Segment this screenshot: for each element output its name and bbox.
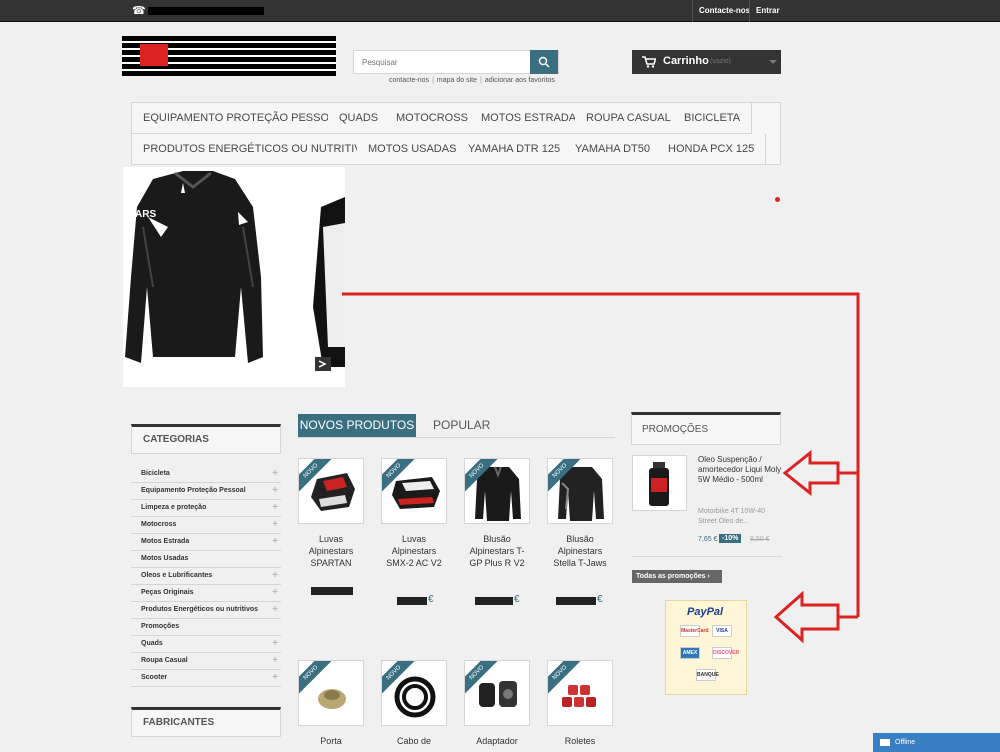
tab-new-products[interactable]: NOVOS PRODUTOS: [298, 414, 416, 437]
category-label: Peças Originais: [141, 589, 194, 596]
category-label: Produtos Energéticos ou nutritivos: [141, 606, 259, 613]
paypal-brand: PayPal: [687, 606, 724, 618]
product-name[interactable]: Porta: [298, 735, 364, 747]
category-item[interactable]: Motocross +: [131, 517, 281, 534]
product-image[interactable]: NOVO: [547, 458, 613, 524]
chat-widget[interactable]: Offline: [873, 733, 1000, 752]
category-label: Scooter: [141, 674, 168, 681]
tab-popular[interactable]: POPULAR: [433, 418, 490, 432]
product-image[interactable]: NOVO: [464, 458, 530, 524]
manufacturers-title: FABRICANTES: [131, 707, 281, 737]
expand-icon[interactable]: +: [272, 466, 278, 482]
category-label: Quads: [141, 640, 163, 647]
category-item[interactable]: Peças Originais +: [131, 585, 281, 602]
product-image[interactable]: NOVO: [298, 458, 364, 524]
category-label: Bicicleta: [141, 470, 170, 477]
category-label: Limpeza e proteção: [141, 504, 207, 511]
category-item[interactable]: Promoções: [131, 619, 281, 636]
product-card[interactable]: NOVO Cabo de: [381, 660, 447, 747]
product-name[interactable]: Adaptador: [464, 735, 530, 747]
currency-symbol: €: [514, 594, 520, 605]
product-price-redacted: [556, 597, 596, 605]
chevron-right-icon: ›: [707, 573, 710, 580]
category-label: Oleos e Lubrificantes: [141, 572, 213, 579]
product-price-redacted: [311, 587, 353, 595]
promotions-title: PROMOÇÕES: [631, 412, 781, 445]
category-item[interactable]: Oleos e Lubrificantes +: [131, 568, 281, 585]
product-card[interactable]: NOVO Luvas Alpinestars SMX-2 AC V2: [381, 458, 447, 569]
categories-title: CATEGORIAS: [131, 424, 281, 454]
expand-icon[interactable]: +: [272, 585, 278, 601]
product-card[interactable]: NOVO Luvas Alpinestars SPARTAN: [298, 458, 364, 569]
product-image[interactable]: NOVO: [547, 660, 613, 726]
categories-list: Bicicleta + Equipamento Proteção Pessoal +…: [131, 466, 281, 687]
category-label: Motos Estrada: [141, 538, 190, 545]
expand-icon[interactable]: +: [272, 602, 278, 618]
mail-icon: [880, 739, 890, 746]
expand-icon[interactable]: +: [272, 653, 278, 669]
product-image[interactable]: NOVO: [381, 458, 447, 524]
product-name[interactable]: Luvas Alpinestars SPARTAN: [298, 533, 364, 569]
divider: [632, 556, 782, 557]
category-item[interactable]: Motos Estrada +: [131, 534, 281, 551]
category-item[interactable]: Scooter +: [131, 670, 281, 687]
tab-divider: [298, 437, 615, 438]
promo-product-description: Motorbike 4T 10W-40 Street Óleo de...: [698, 508, 766, 525]
product-price-redacted: [475, 597, 513, 605]
product-name[interactable]: Blusão Alpinestars T-GP Plus R V2: [464, 533, 530, 569]
visa-icon: VISA: [712, 625, 732, 637]
category-item[interactable]: Produtos Energéticos ou nutritivos +: [131, 602, 281, 619]
product-card[interactable]: NOVO Adaptador: [464, 660, 530, 747]
amex-icon: AMEX: [680, 647, 700, 659]
all-promotions-button[interactable]: Todas as promoções ›: [632, 570, 722, 583]
category-item[interactable]: Quads +: [131, 636, 281, 653]
expand-icon[interactable]: +: [272, 636, 278, 652]
product-name[interactable]: Roletes: [547, 735, 613, 747]
product-name[interactable]: Cabo de: [381, 735, 447, 747]
category-item[interactable]: Limpeza e proteção +: [131, 500, 281, 517]
expand-icon[interactable]: +: [272, 500, 278, 516]
currency-symbol: €: [428, 594, 434, 605]
category-label: Motocross: [141, 521, 177, 528]
product-name[interactable]: Blusão Alpinestars Stella T-Jaws: [547, 533, 613, 569]
promo-product-image[interactable]: [632, 455, 687, 511]
expand-icon[interactable]: +: [272, 534, 278, 550]
chat-status: Offline: [895, 739, 916, 746]
mastercard-icon: MasterCard: [680, 625, 709, 637]
expand-icon[interactable]: +: [272, 483, 278, 499]
category-item[interactable]: Bicicleta +: [131, 466, 281, 483]
promo-old-price: 8,50 €: [750, 536, 770, 543]
category-label: Promoções: [141, 623, 180, 630]
product-image[interactable]: NOVO: [298, 660, 364, 726]
product-name[interactable]: Luvas Alpinestars SMX-2 AC V2: [381, 533, 447, 569]
category-label: Motos Usadas: [141, 555, 189, 562]
discount-badge: -10%: [719, 534, 742, 543]
bank-icon: BANQUE: [696, 669, 719, 681]
expand-icon[interactable]: +: [272, 517, 278, 533]
product-image[interactable]: NOVO: [464, 660, 530, 726]
oil-bottle-image: [649, 462, 669, 506]
currency-symbol: €: [597, 594, 603, 605]
product-card[interactable]: NOVO Porta: [298, 660, 364, 747]
annotation-dot: [775, 197, 780, 202]
product-card[interactable]: NOVO Blusão Alpinestars Stella T-Jaws: [547, 458, 613, 569]
category-label: Equipamento Proteção Pessoal: [141, 487, 246, 494]
product-image[interactable]: NOVO: [381, 660, 447, 726]
discover-icon: DISCOVER: [712, 647, 739, 659]
all-promotions-label: Todas as promoções: [636, 573, 706, 580]
product-card[interactable]: NOVO Roletes: [547, 660, 613, 747]
category-item[interactable]: Roupa Casual +: [131, 653, 281, 670]
product-card[interactable]: NOVO Blusão Alpinestars T-GP Plus R V2: [464, 458, 530, 569]
category-label: Roupa Casual: [141, 657, 188, 664]
expand-icon[interactable]: +: [272, 670, 278, 686]
promo-product-title[interactable]: Oleo Suspenção / amortecedor Liqui Moly …: [698, 455, 782, 485]
category-item[interactable]: Motos Usadas: [131, 551, 281, 568]
expand-icon[interactable]: +: [272, 568, 278, 584]
promo-price: 7,65 €: [698, 536, 718, 543]
category-item[interactable]: Equipamento Proteção Pessoal +: [131, 483, 281, 500]
product-price-redacted: [397, 597, 427, 605]
paypal-logo[interactable]: PayPal MasterCard VISA AMEX DISCOVER BAN…: [665, 600, 747, 695]
